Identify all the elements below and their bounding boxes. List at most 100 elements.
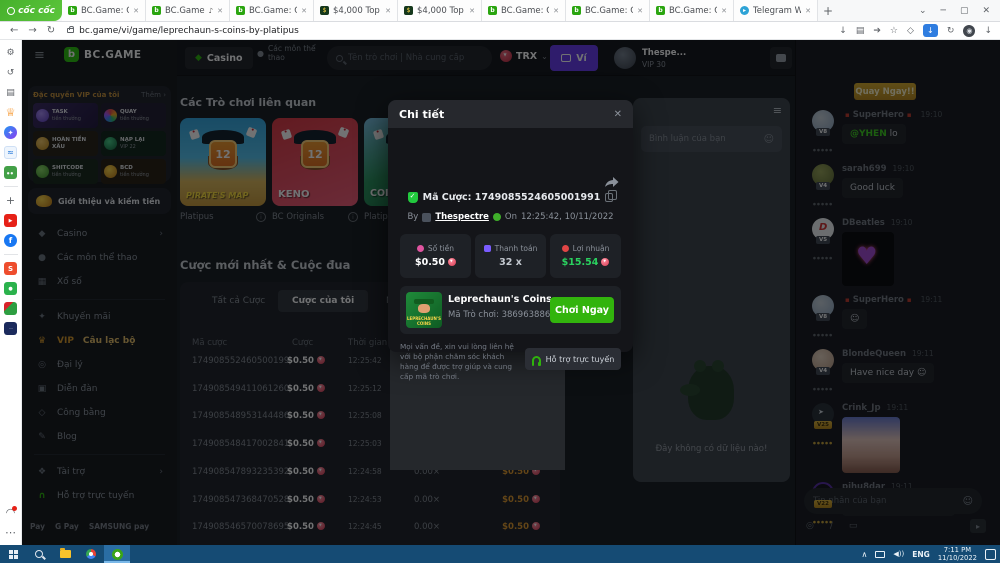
tab-close-icon[interactable] — [301, 6, 307, 16]
divider-icon[interactable] — [4, 254, 18, 255]
tab-close-icon[interactable] — [217, 6, 223, 16]
browser-tab[interactable]: BC.Game: Crypto — [566, 0, 650, 21]
stat-icon — [562, 245, 569, 252]
bell-icon[interactable] — [4, 506, 17, 519]
volume-icon[interactable]: ◀)) — [893, 550, 904, 558]
close-button[interactable]: ✕ — [982, 6, 990, 16]
tab-close-icon[interactable] — [133, 6, 139, 16]
back-icon[interactable]: ← — [10, 25, 18, 36]
history-icon[interactable] — [4, 66, 17, 79]
download-manager-icon[interactable]: ↓ — [923, 24, 938, 37]
stat-icon — [417, 245, 424, 252]
tab-favicon — [236, 6, 245, 15]
browser-tab[interactable]: BC.Game: Crypto — [650, 0, 734, 21]
copy-icon[interactable] — [605, 193, 613, 202]
crown-icon[interactable] — [4, 106, 17, 119]
url-box[interactable]: bc.game/vi/game/leprechaun-s-coins-by-pl… — [67, 26, 299, 36]
start-button[interactable] — [0, 545, 26, 563]
browser-tab[interactable]: BC.Game: Crypto — [230, 0, 314, 21]
network-icon[interactable] — [875, 551, 885, 558]
plus-icon[interactable] — [4, 194, 17, 207]
bettor-username[interactable]: Thespectre — [435, 212, 489, 222]
stat-label: Thanh toán — [495, 244, 538, 253]
browser-tab-bar: cốc cốc BC.Game: Crypto BC.Game: Cry ♪ B… — [0, 0, 1000, 22]
tab-strip: BC.Game: Crypto BC.Game: Cry ♪ BC.Game: … — [62, 0, 818, 21]
modal-body: Mã Cược: 1749085524605001991 By Thespect… — [388, 128, 633, 352]
bet-byline: By Thespectre On 12:25:42, 10/11/2022 — [388, 212, 633, 222]
coccoc-taskbar-icon[interactable] — [104, 545, 130, 563]
tray-expand-icon[interactable]: ∧ — [862, 550, 868, 559]
bet-id-row: Mã Cược: 1749085524605001991 — [388, 192, 633, 203]
stat-card: Lợi nhuận $15.54 — [550, 234, 621, 278]
game-code-text: Mã Trò chơi: 386963886 — [448, 310, 550, 320]
tab-favicon — [488, 6, 497, 15]
browser-tab[interactable]: BC.Game: Cry ♪ — [146, 0, 230, 21]
shop-orange-icon[interactable] — [4, 262, 17, 275]
chrome-icon[interactable] — [78, 545, 104, 563]
bet-details-modal: Chi tiết ✕ Mã Cược: 1749085524605001991 … — [388, 100, 633, 352]
stat-label: Lợi nhuận — [573, 244, 610, 253]
tab-close-icon[interactable] — [637, 6, 643, 16]
save-page-icon[interactable]: ↓ — [839, 26, 847, 36]
game-thumbnail[interactable]: LEPRECHAUN'S COINS — [406, 292, 442, 328]
downloads-tray-icon[interactable]: ↓ — [984, 26, 992, 36]
bookmark-star-icon[interactable]: ☆ — [890, 26, 898, 36]
file-explorer-icon[interactable] — [52, 545, 78, 563]
browser-tab[interactable]: BC.Game: Crypto — [62, 0, 146, 21]
tab-close-icon[interactable] — [385, 6, 391, 16]
url-text[interactable]: bc.game/vi/game/leprechaun-s-coins-by-pl… — [79, 26, 299, 36]
clock-time: 7:11 PM — [944, 546, 971, 554]
share-bet-icon[interactable] — [604, 176, 619, 188]
adblock-shield-icon[interactable]: ◇ — [907, 26, 914, 36]
tab-search-icon[interactable]: ⌄ — [919, 6, 927, 16]
translate-icon[interactable]: ▤ — [856, 26, 865, 36]
settings-icon[interactable] — [4, 46, 17, 59]
messenger-icon[interactable] — [4, 126, 17, 139]
more-icon[interactable] — [4, 526, 17, 539]
live-support-button[interactable]: Hỗ trợ trực tuyến — [525, 348, 621, 370]
tab-favicon — [152, 6, 161, 15]
stat-label-row: Thanh toán — [484, 244, 538, 253]
tab-close-icon[interactable] — [805, 6, 811, 16]
browser-tab[interactable]: Telegram Web — [734, 0, 818, 21]
share-icon[interactable]: ➔ — [873, 26, 881, 36]
app-navy-icon[interactable] — [4, 322, 17, 335]
tab-close-icon[interactable] — [553, 6, 559, 16]
windows-taskbar: ∧ ◀)) ENG 7:11 PM11/10/2022 — [0, 545, 1000, 563]
youtube-icon[interactable] — [4, 214, 17, 227]
shop-green-icon[interactable] — [4, 282, 17, 295]
tab-close-icon[interactable] — [721, 6, 727, 16]
taskbar-clock[interactable]: 7:11 PM11/10/2022 — [938, 546, 977, 563]
divider-icon[interactable] — [4, 186, 18, 187]
user-avatar-mini-icon — [422, 213, 431, 222]
maximize-button[interactable]: ▢ — [960, 6, 969, 16]
shop-holiday-icon[interactable] — [4, 302, 17, 315]
zalo-icon[interactable] — [4, 146, 17, 159]
browser-tab[interactable]: BC.Game: Crypto — [482, 0, 566, 21]
tab-title: BC.Game: Cry — [165, 6, 205, 16]
reload-icon[interactable]: ↻ — [47, 25, 55, 36]
facebook-icon[interactable] — [4, 234, 17, 247]
forward-icon[interactable]: → — [28, 25, 36, 36]
news-icon[interactable] — [4, 86, 17, 99]
profile-avatar-icon[interactable]: ◉ — [963, 25, 975, 37]
modal-close-icon[interactable]: ✕ — [614, 109, 622, 120]
minimize-button[interactable]: ─ — [941, 6, 946, 16]
gem-icon — [601, 258, 609, 266]
browser-tab[interactable]: $4,000 Top Tier — [398, 0, 482, 21]
coccoc-menu-button[interactable]: cốc cốc — [0, 0, 62, 21]
taskbar-search-icon[interactable] — [26, 545, 52, 563]
new-tab-button[interactable]: + — [818, 0, 838, 21]
tab-favicon — [68, 6, 77, 15]
support-note: Mọi vấn đề, xin vui lòng liên hệ với bộ … — [400, 342, 522, 381]
browser-tab[interactable]: $4,000 Top Tier — [314, 0, 398, 21]
action-center-icon[interactable] — [985, 549, 996, 560]
lock-icon — [67, 28, 74, 33]
modal-title: Chi tiết — [399, 108, 444, 121]
sync-icon[interactable]: ↻ — [947, 26, 955, 36]
language-indicator[interactable]: ENG — [912, 550, 930, 559]
play-now-button[interactable]: Chơi Ngay — [550, 297, 614, 323]
tab-close-icon[interactable] — [469, 6, 475, 16]
gamepad-icon[interactable] — [4, 166, 17, 179]
by-label: By — [407, 212, 418, 222]
